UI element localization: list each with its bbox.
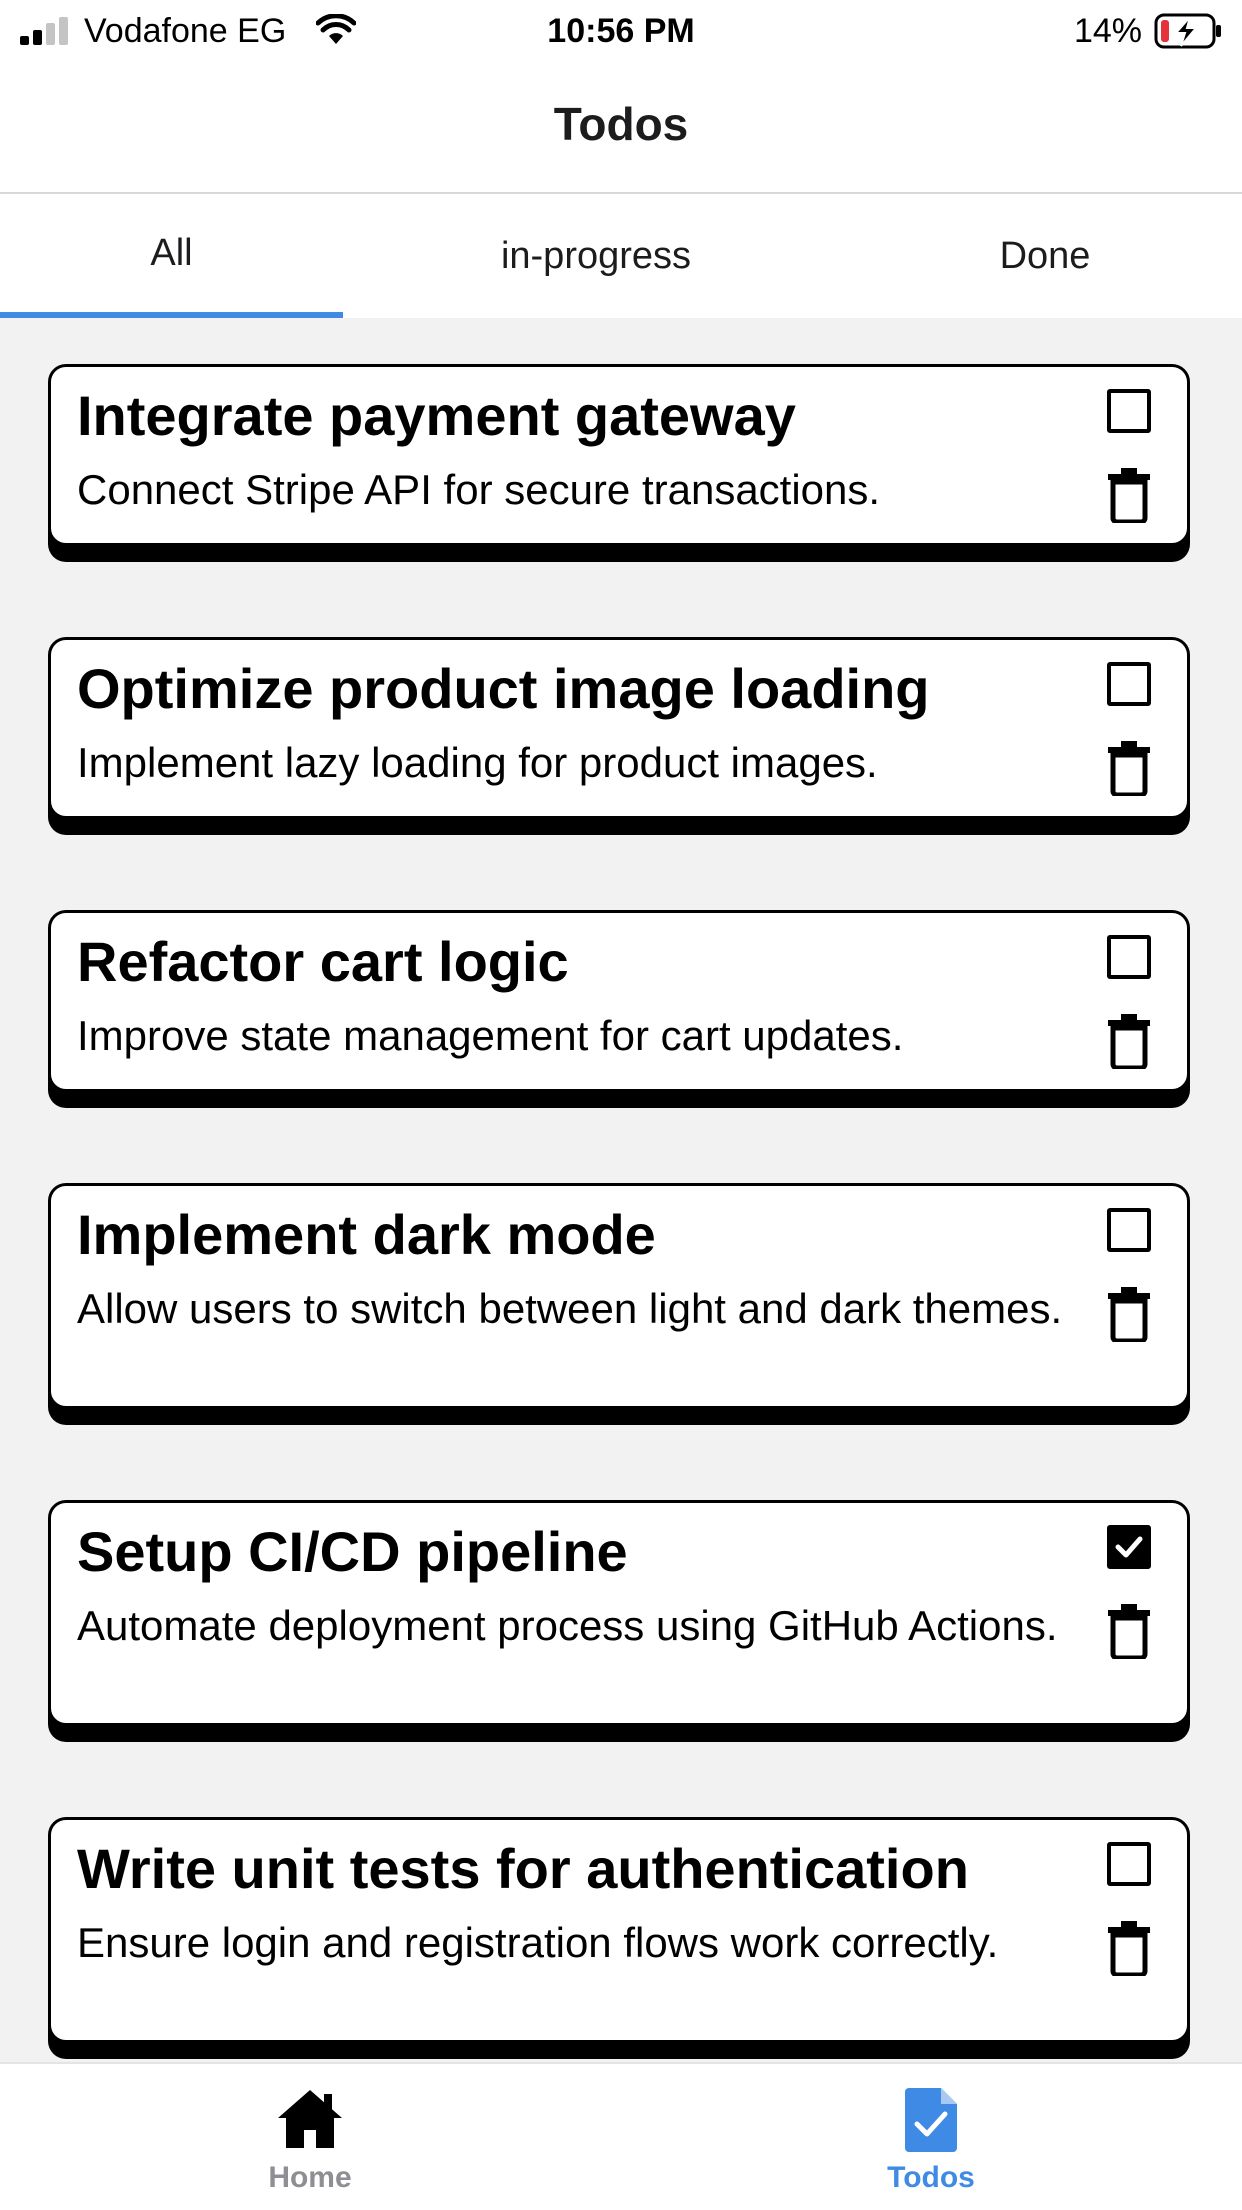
todo-title: Refactor cart logic	[77, 930, 569, 993]
page-title: Todos	[553, 98, 689, 150]
todo-title: Integrate payment gateway	[77, 384, 796, 447]
checkmark-icon	[1115, 1536, 1143, 1558]
status-time: 10:56 PM	[547, 12, 695, 50]
trash-icon[interactable]	[1107, 1286, 1151, 1342]
bottom-tab-bar: Home Todos	[0, 2062, 1242, 2210]
todo-checkbox-checked[interactable]	[1107, 1525, 1151, 1569]
tab-all[interactable]: All	[0, 194, 343, 318]
app-header: Todos	[0, 62, 1242, 194]
todo-card[interactable]: Write unit tests for authentication Ensu…	[48, 1817, 1190, 2043]
todo-checkbox[interactable]	[1107, 935, 1151, 979]
battery-percentage: 14%	[1073, 12, 1142, 50]
todo-file-icon	[905, 2088, 957, 2152]
todo-description: Implement lazy loading for product image…	[77, 739, 878, 786]
tab-bar-home-label: Home	[268, 2161, 352, 2194]
todo-title: Optimize product image loading	[77, 657, 930, 720]
todo-card[interactable]: Refactor cart logic Improve state manage…	[48, 910, 1190, 1092]
todo-title: Implement dark mode	[77, 1203, 656, 1266]
todo-checkbox[interactable]	[1107, 1842, 1151, 1886]
trash-icon[interactable]	[1107, 740, 1151, 796]
trash-icon[interactable]	[1107, 1920, 1151, 1976]
todo-checkbox[interactable]	[1107, 662, 1151, 706]
battery-charging-icon	[1154, 13, 1221, 49]
todo-description: Automate deployment process using GitHub…	[77, 1602, 1058, 1649]
todo-card[interactable]: Implement dark mode Allow users to switc…	[48, 1183, 1190, 1409]
todo-card[interactable]: Setup CI/CD pipeline Automate deployment…	[48, 1500, 1190, 1726]
todo-list[interactable]: Integrate payment gateway Connect Stripe…	[0, 318, 1242, 2062]
tab-bar-home[interactable]: Home	[210, 2064, 410, 2210]
todo-description: Ensure login and registration flows work…	[77, 1919, 999, 1966]
todo-checkbox[interactable]	[1107, 1208, 1151, 1252]
todo-title: Write unit tests for authentication	[77, 1837, 969, 1900]
tab-bar-todos[interactable]: Todos	[831, 2064, 1031, 2210]
todo-description: Improve state management for cart update…	[77, 1012, 904, 1059]
trash-icon[interactable]	[1107, 467, 1151, 523]
tab-bar-todos-label: Todos	[887, 2161, 975, 2194]
todo-description: Allow users to switch between light and …	[77, 1285, 1063, 1332]
filter-tabs: All in-progress Done	[0, 194, 1242, 318]
trash-icon[interactable]	[1107, 1603, 1151, 1659]
trash-icon[interactable]	[1107, 1013, 1151, 1069]
todo-card[interactable]: Integrate payment gateway Connect Stripe…	[48, 364, 1190, 546]
tab-in-progress[interactable]: in-progress	[396, 194, 796, 318]
todo-checkbox[interactable]	[1107, 389, 1151, 433]
status-bar: Vodafone EG 10:56 PM 14%	[0, 0, 1242, 62]
todo-card[interactable]: Optimize product image loading Implement…	[48, 637, 1190, 819]
todo-description: Connect Stripe API for secure transactio…	[77, 466, 881, 513]
tab-done[interactable]: Done	[945, 194, 1145, 318]
home-icon	[278, 2090, 342, 2148]
todo-title: Setup CI/CD pipeline	[77, 1520, 628, 1583]
